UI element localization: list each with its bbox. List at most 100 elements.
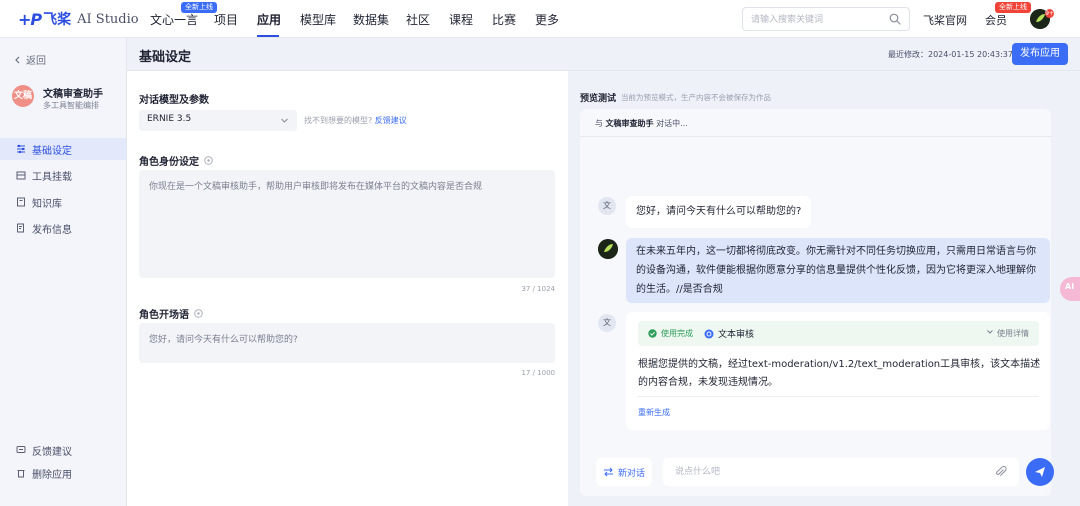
official-site-link[interactable]: 飞桨官网	[923, 12, 967, 28]
sidebar-item-label: 发布信息	[32, 224, 72, 236]
chat-header: 与 文稿审查助手 对话中...	[580, 109, 1051, 137]
tool-status-text: 使用完成	[661, 329, 693, 338]
role-section-label: 角色身份设定	[139, 153, 213, 168]
back-label: 返回	[26, 56, 46, 67]
model-section-title: 对话模型及参数	[139, 95, 209, 106]
help-circle-icon[interactable]	[194, 309, 203, 318]
nav-item-wenxin[interactable]: 文心一言	[150, 11, 198, 28]
model-feedback-link[interactable]: 反馈建议	[375, 116, 407, 125]
preview-panel: 预览测试 当前为预览模式，生产内容不会被保存为作品 与 文稿审查助手 对话中..…	[568, 71, 1080, 506]
bot-avatar: 文	[598, 314, 616, 332]
new-chat-label: 新对话	[617, 468, 645, 479]
sidebar-item-tools[interactable]: 工具挂载	[0, 164, 126, 186]
book-icon	[17, 197, 25, 207]
back-button[interactable]: 返回	[14, 52, 46, 67]
floating-assistant-tab[interactable]: AI	[1060, 277, 1080, 301]
config-panel: 对话模型及参数 ERNIE 3.5 找不到想要的模型? 反馈建议 角色身份设定 …	[127, 71, 568, 506]
search-icon[interactable]	[889, 13, 901, 25]
app-avatar: 文稿	[12, 85, 34, 107]
tool-detail-text: 使用详情	[997, 329, 1029, 338]
regenerate-button[interactable]: 重新生成	[638, 407, 670, 418]
avatar-leaf-icon	[598, 239, 618, 259]
new-chat-icon	[603, 467, 613, 477]
send-icon	[1035, 467, 1045, 477]
nav-item-apps[interactable]: 应用	[257, 11, 281, 28]
opening-textarea-text: 您好，请问今天有什么可以帮助您的?	[149, 335, 298, 345]
send-button[interactable]	[1026, 458, 1054, 486]
new-chat-button[interactable]: 新对话	[596, 458, 652, 486]
bot-greeting-message: 您好，请问今天有什么可以帮助您的?	[626, 196, 812, 228]
sidebar-item-label: 知识库	[32, 198, 62, 210]
opening-textarea[interactable]: 您好，请问今天有什么可以帮助您的?	[139, 323, 555, 363]
sidebar-item-delete-app[interactable]: 删除应用	[0, 462, 126, 484]
tool-response-card: 使用完成 文本审核 使用详情 根据您提供的文稿，经过text-moderatio…	[626, 312, 1050, 430]
divider	[638, 396, 1039, 397]
nav-item-courses[interactable]: 课程	[449, 11, 473, 28]
model-hint: 找不到想要的模型? 反馈建议	[304, 115, 407, 126]
chat-window: 与 文稿审查助手 对话中... 文 您好，请问今天有什么可以帮助您的? 在未来五…	[580, 109, 1051, 496]
check-circle-icon	[648, 329, 657, 338]
role-char-counter: 37 / 1024	[521, 285, 555, 293]
preview-title: 预览测试	[580, 94, 617, 104]
sidebar-item-label: 工具挂载	[32, 171, 72, 183]
model-section-label: 对话模型及参数	[139, 91, 209, 106]
sidebar-item-feedback[interactable]: 反馈建议	[0, 439, 126, 461]
chat-input[interactable]	[675, 465, 975, 479]
sidebar: 返回 文稿 文稿审查助手 多工具智能编排 基础设定 工具挂载 知识库 发布信息 …	[0, 38, 127, 506]
nav-item-models[interactable]: 模型库	[300, 11, 336, 28]
nav-item-community[interactable]: 社区	[406, 11, 430, 28]
tool-name-text: 文本审核	[718, 330, 755, 340]
text-review-tool-icon	[704, 329, 714, 338]
user-chat-avatar	[598, 239, 618, 259]
model-select-value: ERNIE 3.5	[147, 114, 192, 124]
user-message: 在未来五年内，这一切都将彻底改变。你无需针对不同任务切换应用，只需用日常语言与你…	[626, 238, 1050, 303]
logo-text-en: AI Studio	[77, 11, 139, 27]
chevron-down-icon	[281, 118, 288, 123]
sidebar-item-label: 反馈建议	[32, 446, 72, 458]
chat-with-name: 文稿审查助手	[605, 119, 654, 128]
paperclip-icon[interactable]	[995, 466, 1007, 478]
opening-section-label: 角色开场语	[139, 306, 203, 321]
sliders-icon	[17, 144, 25, 154]
sidebar-item-label: 基础设定	[32, 145, 72, 157]
tool-usage-strip: 使用完成 文本审核 使用详情	[638, 321, 1039, 346]
nav-item-contests[interactable]: 比赛	[492, 11, 516, 28]
sidebar-item-basic-settings[interactable]: 基础设定	[0, 138, 126, 160]
chat-status: 对话中...	[656, 119, 688, 128]
role-section-title: 角色身份设定	[139, 157, 199, 168]
chat-input-box[interactable]	[663, 458, 1019, 486]
logo[interactable]: +P 飞桨 AI Studio	[18, 9, 139, 29]
role-textarea[interactable]: 你现在是一个文稿审核助手，帮助用户审核即将发布在媒体平台的文稿内容是否合规	[139, 170, 555, 278]
opening-section-title: 角色开场语	[139, 310, 189, 321]
last-modified-text: 最近修改：2024-01-15 20:43:37	[888, 50, 1013, 59]
sidebar-item-label: 删除应用	[32, 469, 72, 481]
sidebar-item-publish-info[interactable]: 发布信息	[0, 217, 126, 239]
document-edit-icon	[17, 223, 24, 233]
sidebar-item-knowledge[interactable]: 知识库	[0, 191, 126, 213]
message-icon	[16, 446, 26, 453]
floating-tab-label: AI	[1065, 282, 1075, 291]
role-textarea-text: 你现在是一个文稿审核助手，帮助用户审核即将发布在媒体平台的文稿内容是否合规	[149, 182, 483, 192]
model-select[interactable]: ERNIE 3.5	[139, 110, 297, 131]
nav-active-indicator	[257, 35, 279, 37]
member-badge-new: 全新上线	[995, 2, 1031, 13]
notification-count-badge: 9+	[1045, 9, 1054, 18]
member-link[interactable]: 会员	[985, 12, 1007, 28]
publish-app-button[interactable]: 发布应用	[1012, 43, 1068, 65]
tool-name: 文本审核	[704, 327, 754, 340]
nav-item-projects[interactable]: 项目	[214, 11, 238, 28]
search-input[interactable]	[751, 12, 886, 27]
chat-status-line: 与 文稿审查助手 对话中...	[595, 118, 688, 129]
nav-item-datasets[interactable]: 数据集	[353, 11, 389, 28]
tool-status: 使用完成	[648, 328, 693, 339]
chevron-down-icon	[987, 330, 994, 334]
search-box[interactable]	[742, 7, 910, 31]
page-header: 基础设定 最近修改：2024-01-15 20:43:37 发布应用	[127, 38, 1080, 71]
toolbox-icon	[16, 171, 26, 180]
opening-char-counter: 17 / 1000	[521, 369, 555, 377]
tool-detail-toggle[interactable]: 使用详情	[986, 328, 1029, 339]
bot-avatar: 文	[598, 197, 616, 215]
nav-item-more[interactable]: 更多	[535, 11, 559, 28]
help-circle-icon[interactable]	[204, 156, 213, 165]
logo-mark: +P	[18, 9, 42, 29]
